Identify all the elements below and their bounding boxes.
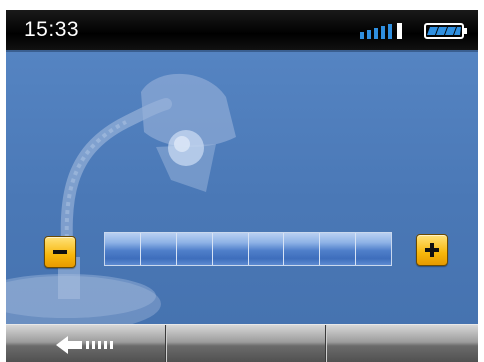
status-bar: 15:33 <box>6 10 478 52</box>
signal-strength-icon <box>360 23 402 39</box>
level-segment-1 <box>105 233 141 265</box>
level-segment-6 <box>284 233 321 265</box>
bottom-toolbar <box>6 324 478 362</box>
increase-brightness-button[interactable] <box>416 234 448 266</box>
toolbar-slot-empty[interactable] <box>326 325 478 362</box>
level-segment-5 <box>248 233 285 265</box>
desk-lamp-icon <box>6 73 236 324</box>
battery-full-icon <box>424 23 467 39</box>
decrease-brightness-button[interactable] <box>44 236 76 268</box>
level-segment-7 <box>320 233 357 265</box>
clock: 15:33 <box>24 18 80 41</box>
level-segment-4 <box>212 233 249 265</box>
back-arrow-icon <box>56 336 113 354</box>
level-segment-2 <box>140 233 177 265</box>
brightness-screen <box>6 52 478 324</box>
toolbar-slot-empty[interactable] <box>166 325 324 362</box>
device-screen: 15:33 <box>6 10 478 362</box>
brightness-level-bar[interactable] <box>104 232 392 266</box>
level-segment-3 <box>176 233 213 265</box>
minus-icon <box>53 250 67 254</box>
back-button[interactable] <box>6 325 164 362</box>
level-segment-8 <box>356 233 391 265</box>
